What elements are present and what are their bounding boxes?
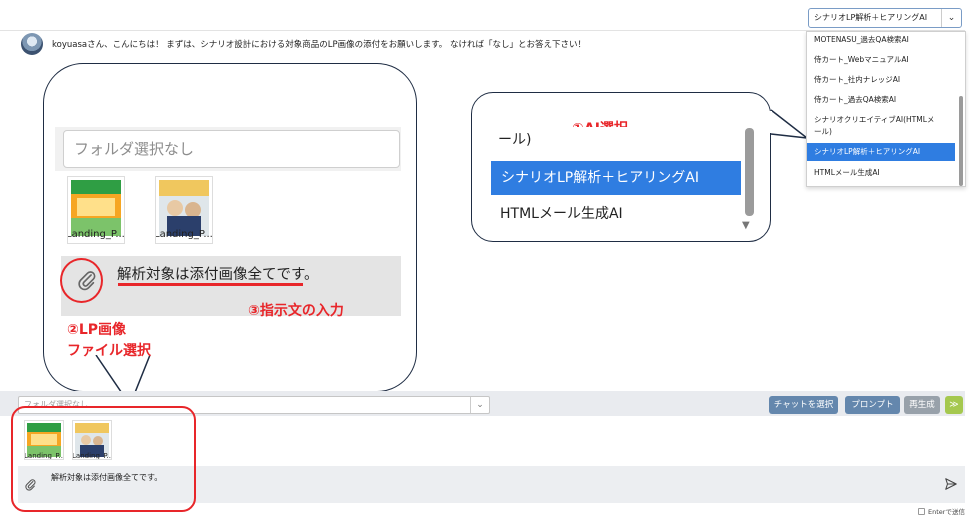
dropdown-scrollbar[interactable] [959, 96, 963, 186]
step2-label-line1: ②LP画像 [67, 322, 127, 338]
send-icon[interactable] [944, 476, 958, 495]
zoomed-input-text: 解析対象は添付画像全てです。 [117, 267, 319, 283]
dropdown-option-continued[interactable]: ール) [807, 126, 955, 137]
dropdown-option[interactable]: 侍カート_過去QA検索AI [807, 94, 955, 105]
zoomed-thumbnail-1: Landing_P... [67, 176, 125, 244]
lp-image-thumbnail [71, 180, 121, 236]
highlight-box-attachments [11, 406, 196, 512]
regenerate-button[interactable]: 再生成 [904, 396, 940, 414]
ai-model-select[interactable]: シナリオLP解析＋ヒアリングAI ⌄ [808, 8, 962, 28]
assistant-greeting-message: koyuasaさん、こんにちは！ まずは、シナリオ設計における対象商品のLP画像… [52, 40, 587, 50]
ai-model-select-value: シナリオLP解析＋ヒアリングAI [814, 13, 928, 22]
ai-model-dropdown: MOTENASU_過去QA検索AI 侍カート_WebマニュアルAI 侍カート_社… [806, 31, 966, 187]
highlight-circle-attach [60, 258, 103, 303]
dropdown-option[interactable]: シナリオクリエイティブAI(HTMLメ [807, 114, 955, 125]
step2-label-line2: ファイル選択 [67, 343, 151, 359]
chevron-down-icon[interactable]: ⌄ [470, 397, 489, 413]
dropdown-option-selected[interactable]: シナリオLP解析＋ヒアリングAI [807, 143, 955, 161]
assistant-avatar [21, 33, 43, 55]
zoomed-scrollbar [745, 128, 754, 216]
thumbnail-caption: Landing_P... [67, 229, 125, 240]
chevron-down-icon[interactable]: ⌄ [941, 9, 961, 27]
lp-image-thumbnail [159, 180, 209, 236]
highlight-underline [118, 283, 303, 286]
expand-icon[interactable]: ≫ [945, 396, 963, 414]
select-chat-button[interactable]: チャットを選択 [769, 396, 838, 414]
prompt-button[interactable]: プロンプト [845, 396, 900, 414]
callout-tail [768, 109, 809, 139]
zoomed-dropdown-selected: シナリオLP解析＋ヒアリングAI [491, 161, 741, 195]
scroll-down-arrow-icon: ▼ [742, 220, 750, 231]
dropdown-option[interactable]: HTMLメール生成AI [807, 167, 955, 178]
dropdown-option[interactable]: MOTENASU_過去QA検索AI [807, 34, 955, 45]
enter-to-send-label: Enterで送信 [928, 508, 965, 516]
zoomed-dropdown-item: ール) [498, 132, 532, 148]
step3-label: ③指示文の入力 [248, 303, 344, 319]
dropdown-option[interactable]: 侍カート_WebマニュアルAI [807, 54, 955, 65]
zoomed-dropdown-item: HTMLメール生成AI [500, 206, 623, 222]
dropdown-option[interactable]: 侍カート_社内ナレッジAI [807, 74, 955, 85]
enter-to-send-checkbox[interactable] [918, 508, 925, 515]
zoomed-thumbnail-2: Landing_P... [155, 176, 213, 244]
zoomed-folder-select: フォルダ選択なし [63, 130, 400, 168]
thumbnail-caption: Landing_P... [155, 229, 213, 240]
